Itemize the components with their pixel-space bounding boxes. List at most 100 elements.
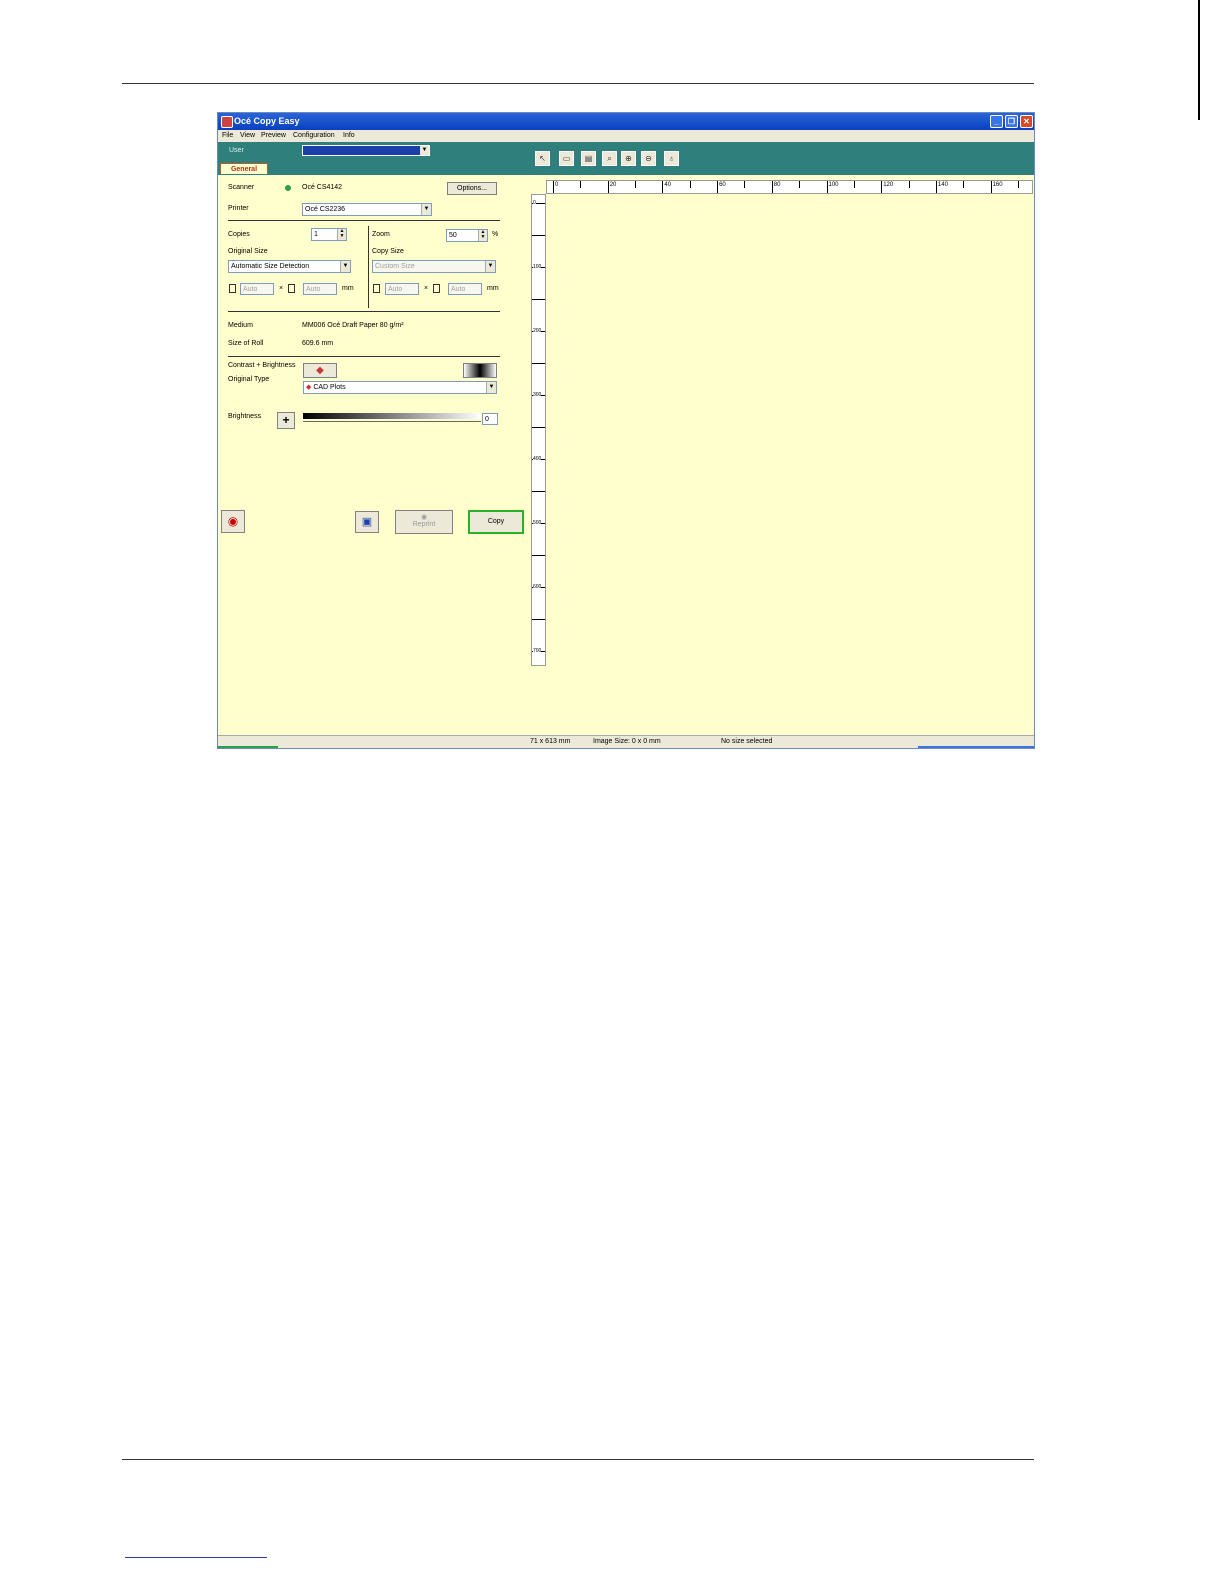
printer-label: Printer <box>228 205 249 212</box>
copies-label: Copies <box>228 231 250 238</box>
ruler-tick <box>881 181 883 193</box>
ruler-tick <box>1017 181 1019 188</box>
horizontal-ruler: 0 20 40 60 80 100 120 140 160 <box>546 180 1033 194</box>
record-icon[interactable]: ◉ <box>221 510 245 533</box>
original-width-field[interactable]: Auto <box>240 283 274 295</box>
chevron-down-icon: ▼ <box>340 261 350 272</box>
ruler-tick <box>799 181 801 188</box>
copy-button[interactable]: Copy <box>468 510 524 534</box>
copy-height-field[interactable]: Auto <box>448 283 482 295</box>
app-window: Océ Copy Easy _ ❐ ✕ File View Preview Co… <box>217 112 1035 749</box>
save-icon[interactable]: ▣ <box>355 511 379 533</box>
ruler-tick <box>935 181 937 193</box>
contrast-brightness-label: Contrast + Brightness <box>228 362 296 369</box>
ruler-tick <box>689 181 691 188</box>
ruler-tick <box>607 181 609 193</box>
ruler-label: 100 <box>828 182 839 188</box>
brightness-gradient <box>303 413 481 419</box>
grayscale-mode-icon[interactable] <box>463 363 497 378</box>
zoom-unit: % <box>492 231 499 238</box>
minimize-button[interactable]: _ <box>990 115 1003 128</box>
ruler-tick <box>580 181 582 188</box>
reprint-icon: ◉ <box>420 514 428 521</box>
medium-label: Medium <box>228 322 253 329</box>
ruler-label: 0 <box>533 200 536 206</box>
ruler-tick <box>662 181 664 193</box>
ruler-tick <box>826 181 828 193</box>
times-sign: × <box>424 285 429 292</box>
original-size-select[interactable]: Automatic Size Detection ▼ <box>228 260 351 273</box>
copy-size-select[interactable]: Custom Size ▼ <box>372 260 496 273</box>
menu-preview[interactable]: Preview <box>261 130 286 142</box>
brightness-adjust-icon[interactable]: + <box>277 412 295 429</box>
options-button[interactable]: Options... <box>447 182 497 195</box>
brightness-slider[interactable] <box>303 421 481 422</box>
ruler-tick <box>532 363 545 364</box>
ruler-tick <box>532 427 545 428</box>
fit-page-icon[interactable]: ▤ <box>581 151 596 166</box>
footer-link-underline <box>125 1557 267 1558</box>
scanner-status-led <box>285 185 291 191</box>
chevron-down-icon: ▼ <box>420 146 429 155</box>
menu-view[interactable]: View <box>240 130 255 142</box>
copies-stepper[interactable]: 1 ▲ ▼ <box>311 228 347 241</box>
roll-size-label: Size of Roll <box>228 340 264 347</box>
zoom-out-icon[interactable]: ⊖ <box>641 151 656 166</box>
page-margin-mark <box>1198 0 1200 120</box>
close-button[interactable]: ✕ <box>1020 115 1033 128</box>
select-area-icon[interactable]: ▭ <box>559 151 574 166</box>
copy-size-unit: mm <box>487 285 499 292</box>
copies-value: 1 <box>314 231 318 238</box>
printer-select[interactable]: Océ CS2236 ▼ <box>302 203 432 216</box>
zoom-label: Zoom <box>372 231 390 238</box>
reprint-button[interactable]: ◉ Reprint <box>395 510 453 534</box>
copy-width-field[interactable]: Auto <box>385 283 419 295</box>
ruler-tick <box>908 181 910 188</box>
ruler-label: 160 <box>992 182 1003 188</box>
original-type-label: Original Type <box>228 376 270 383</box>
menu-info[interactable]: Info <box>343 130 355 142</box>
medium-value: MM006 Océ Draft Paper 80 g/m² <box>302 322 404 329</box>
ruler-label: 500 <box>533 520 542 526</box>
ruler-label: 300 <box>533 392 542 398</box>
spin-arrows-icon[interactable]: ▲ ▼ <box>478 230 487 241</box>
menu-file[interactable]: File <box>222 130 233 142</box>
page-bottom-rule <box>122 1459 1034 1460</box>
user-select[interactable]: ▼ <box>302 145 430 156</box>
ruler-label: 700 <box>533 648 542 654</box>
ruler-label: 100 <box>533 264 542 270</box>
printer-value: Océ CS2236 <box>305 206 346 213</box>
ruler-tick <box>532 235 545 236</box>
status-image-size: Image Size: 0 x 0 mm <box>593 738 661 745</box>
copy-size-label: Copy Size <box>372 248 404 255</box>
ruler-label: 140 <box>937 182 948 188</box>
height-icon <box>288 284 295 293</box>
zoom-in-icon[interactable]: ⊕ <box>621 151 636 166</box>
original-type-select[interactable]: ◆ CAD Plots ▼ <box>303 381 497 394</box>
brightness-field[interactable]: 0 <box>482 413 498 425</box>
chevron-down-icon: ▼ <box>486 382 496 393</box>
width-icon <box>373 284 380 293</box>
pointer-tool-icon[interactable]: ↖ <box>535 151 550 166</box>
ruler-label: 20 <box>609 182 617 188</box>
ruler-label: 80 <box>773 182 781 188</box>
tab-general[interactable]: General <box>220 163 268 174</box>
original-size-label: Original Size <box>228 248 268 255</box>
original-height-field[interactable]: Auto <box>303 283 337 295</box>
ruler-tick <box>635 181 637 188</box>
spin-arrows-icon[interactable]: ▲ ▼ <box>337 229 346 240</box>
divider <box>228 220 500 221</box>
maximize-button[interactable]: ❐ <box>1005 115 1018 128</box>
roll-size-value: 609.6 mm <box>302 340 334 347</box>
ruler-label: 200 <box>533 328 542 334</box>
menu-configuration[interactable]: Configuration <box>293 130 335 142</box>
color-mode-icon[interactable]: ◆ <box>303 363 337 378</box>
brightness-label: Brightness <box>228 413 262 420</box>
divider <box>228 356 500 357</box>
ruler-tick <box>990 181 992 193</box>
status-selection: No size selected <box>721 738 773 745</box>
zoom-stepper[interactable]: 50 ▲ ▼ <box>446 229 488 242</box>
zoom-area-icon[interactable]: ⌕ <box>602 151 617 166</box>
pin-icon[interactable]: ♁ <box>664 151 679 166</box>
copy-size-value: Custom Size <box>375 263 415 270</box>
